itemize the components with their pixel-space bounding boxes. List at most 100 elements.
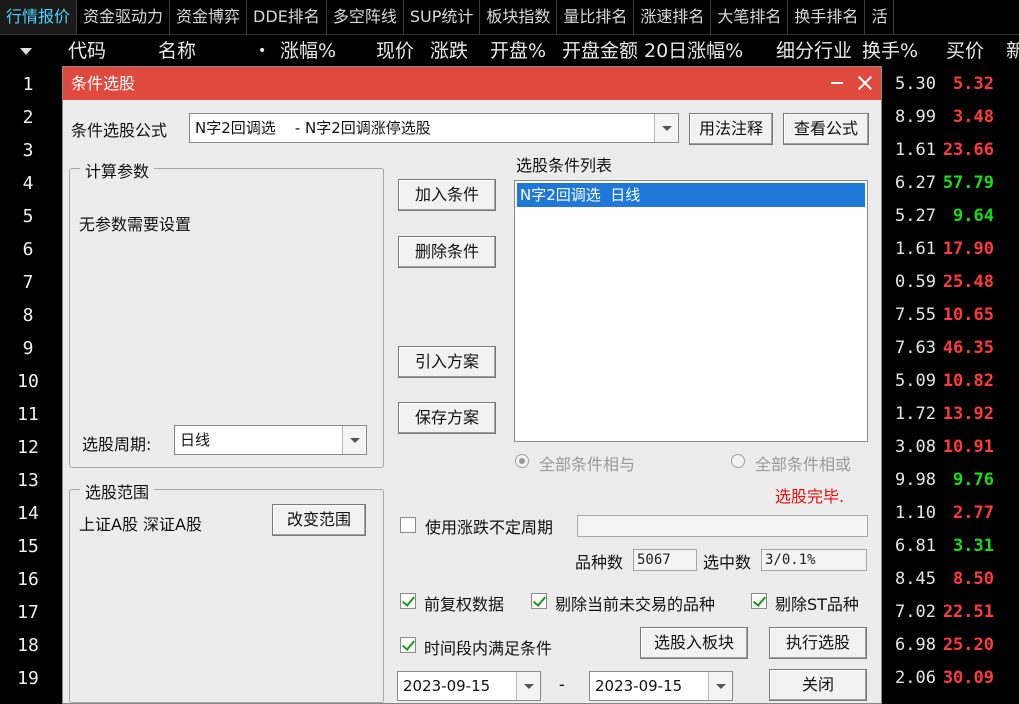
row-number[interactable]: 15 <box>0 530 56 563</box>
row-bid: 17.90 <box>942 239 994 259</box>
forward-adjust-checkbox[interactable] <box>400 593 416 609</box>
market-tab[interactable]: 大笔排名 <box>711 0 789 34</box>
row-number[interactable]: 7 <box>0 266 56 299</box>
row-number[interactable]: 4 <box>0 167 56 200</box>
row-number[interactable]: 13 <box>0 464 56 497</box>
row-number[interactable]: 10 <box>0 365 56 398</box>
col-change[interactable]: 涨跌 <box>430 35 468 67</box>
dialog-titlebar[interactable]: 条件选股 <box>63 67 881 100</box>
row-bid: 9.76 <box>953 470 994 490</box>
row-bid: 9.64 <box>953 206 994 226</box>
row-number[interactable]: 3 <box>0 134 56 167</box>
chevron-down-icon[interactable] <box>654 114 678 142</box>
row-number[interactable]: 6 <box>0 233 56 266</box>
end-date-value: 2023-09-15 <box>595 677 683 695</box>
row-price: 3.08 <box>895 437 936 457</box>
range-group: 选股范围 上证A股 深证A股 改变范围 <box>69 479 384 703</box>
row-bid: 25.20 <box>942 635 994 655</box>
market-tab[interactable]: 资金驱动力 <box>77 0 171 34</box>
period-select[interactable]: 日线 <box>174 425 367 455</box>
row-price: 1.72 <box>895 404 936 424</box>
delete-condition-button[interactable]: 删除条件 <box>398 236 496 268</box>
use-period-checkbox[interactable] <box>400 517 416 533</box>
col-open-amount[interactable]: 开盘金额 <box>562 35 638 67</box>
radio-all-and[interactable] <box>515 454 529 468</box>
market-tab[interactable]: 多空阵线 <box>327 0 404 34</box>
market-tab[interactable]: 活 <box>865 0 895 34</box>
row-number[interactable]: 19 <box>0 662 56 695</box>
col-price[interactable]: 现价 <box>376 35 414 67</box>
row-number[interactable]: 9 <box>0 332 56 365</box>
row-number[interactable]: 17 <box>0 596 56 629</box>
chevron-down-icon[interactable] <box>516 672 540 700</box>
condition-list-item[interactable]: N字2回调选 日线 <box>517 183 865 207</box>
col-bid[interactable]: 买价 <box>946 35 984 67</box>
formula-select[interactable]: N字2回调选 - N字2回调涨停选股 <box>189 113 679 143</box>
end-date-picker[interactable]: 2023-09-15 <box>589 671 733 701</box>
condition-list[interactable]: N字2回调选 日线 <box>514 180 868 442</box>
row-bid: 3.48 <box>953 107 994 127</box>
row-number[interactable]: 12 <box>0 431 56 464</box>
params-text: 无参数需要设置 <box>79 215 192 234</box>
timespan-checkbox[interactable] <box>400 637 416 653</box>
exclude-notrade-checkbox[interactable] <box>531 593 547 609</box>
market-tab[interactable]: 资金博弈 <box>170 0 248 34</box>
row-bid: 8.50 <box>953 569 994 589</box>
row-price: 9.98 <box>895 470 936 490</box>
col-turnover[interactable]: 换手% <box>862 35 918 67</box>
chevron-down-icon[interactable] <box>708 672 732 700</box>
start-date-picker[interactable]: 2023-09-15 <box>397 671 541 701</box>
import-plan-button[interactable]: 引入方案 <box>398 346 496 378</box>
row-number[interactable]: 2 <box>0 101 56 134</box>
status-text: 选股完毕. <box>775 487 845 506</box>
row-price: 7.63 <box>895 338 936 358</box>
market-tab[interactable]: 行情报价 <box>0 0 78 34</box>
col-open-pct[interactable]: 开盘% <box>490 35 546 67</box>
sort-arrow-icon[interactable] <box>20 48 32 55</box>
market-tab[interactable]: SUP统计 <box>404 0 481 34</box>
row-bid: 2.77 <box>953 503 994 523</box>
col-code[interactable]: 代码 <box>68 35 106 67</box>
market-tab[interactable]: DDE排名 <box>247 0 327 34</box>
col-name[interactable]: 名称 <box>158 35 196 67</box>
row-number[interactable]: 1 <box>0 68 56 101</box>
row-bid: 10.65 <box>942 305 994 325</box>
col-new[interactable]: 新 <box>1006 35 1019 67</box>
row-bid: 23.66 <box>942 140 994 160</box>
row-number[interactable]: 14 <box>0 497 56 530</box>
add-to-block-button[interactable]: 选股入板块 <box>640 627 748 659</box>
col-dot: • <box>258 43 267 59</box>
row-number[interactable]: 8 <box>0 299 56 332</box>
row-number[interactable]: 18 <box>0 629 56 662</box>
radio-all-or[interactable] <box>731 454 745 468</box>
change-range-button[interactable]: 改变范围 <box>272 504 366 536</box>
close-icon[interactable] <box>855 73 875 93</box>
save-plan-button[interactable]: 保存方案 <box>398 402 496 434</box>
market-tab[interactable]: 量比排名 <box>557 0 635 34</box>
timespan-label: 时间段内满足条件 <box>424 639 553 658</box>
row-bid: 30.09 <box>942 668 994 688</box>
row-price: 1.61 <box>895 239 936 259</box>
row-number[interactable]: 16 <box>0 563 56 596</box>
col-20d-change[interactable]: 20日涨幅% <box>644 35 743 67</box>
market-tab[interactable]: 换手排名 <box>788 0 866 34</box>
minimize-icon[interactable] <box>831 82 843 84</box>
col-industry[interactable]: 细分行业 <box>776 35 852 67</box>
usage-notes-button[interactable]: 用法注释 <box>689 113 773 145</box>
close-button[interactable]: 关闭 <box>769 669 867 701</box>
add-condition-button[interactable]: 加入条件 <box>398 179 496 211</box>
market-tab[interactable]: 板块指数 <box>480 0 558 34</box>
market-tab[interactable]: 涨速排名 <box>634 0 712 34</box>
col-change-pct[interactable]: 涨幅% <box>280 35 336 67</box>
chevron-down-icon[interactable] <box>342 426 366 454</box>
column-header: 代码 名称 • 涨幅% 现价 涨跌 开盘% 开盘金额 20日涨幅% 细分行业 换… <box>0 34 1019 66</box>
params-group: 计算参数 无参数需要设置 选股周期: 日线 <box>69 158 384 468</box>
view-formula-button[interactable]: 查看公式 <box>783 113 869 145</box>
formula-select-value: N字2回调选 - N字2回调涨停选股 <box>195 119 431 137</box>
exclude-st-checkbox[interactable] <box>751 593 767 609</box>
row-number[interactable]: 5 <box>0 200 56 233</box>
execute-screen-button[interactable]: 执行选股 <box>769 627 867 659</box>
row-number[interactable]: 11 <box>0 398 56 431</box>
market-tab-bar: 行情报价 资金驱动力 资金博弈 DDE排名 多空阵线 SUP统计 板块指数 量比排名 涨速排名大… <box>0 0 1019 34</box>
stock-screener-dialog: 条件选股 条件选股公式 N字2回调选 - N字2回调涨停选股 用法注释 查看公式… <box>62 66 882 704</box>
